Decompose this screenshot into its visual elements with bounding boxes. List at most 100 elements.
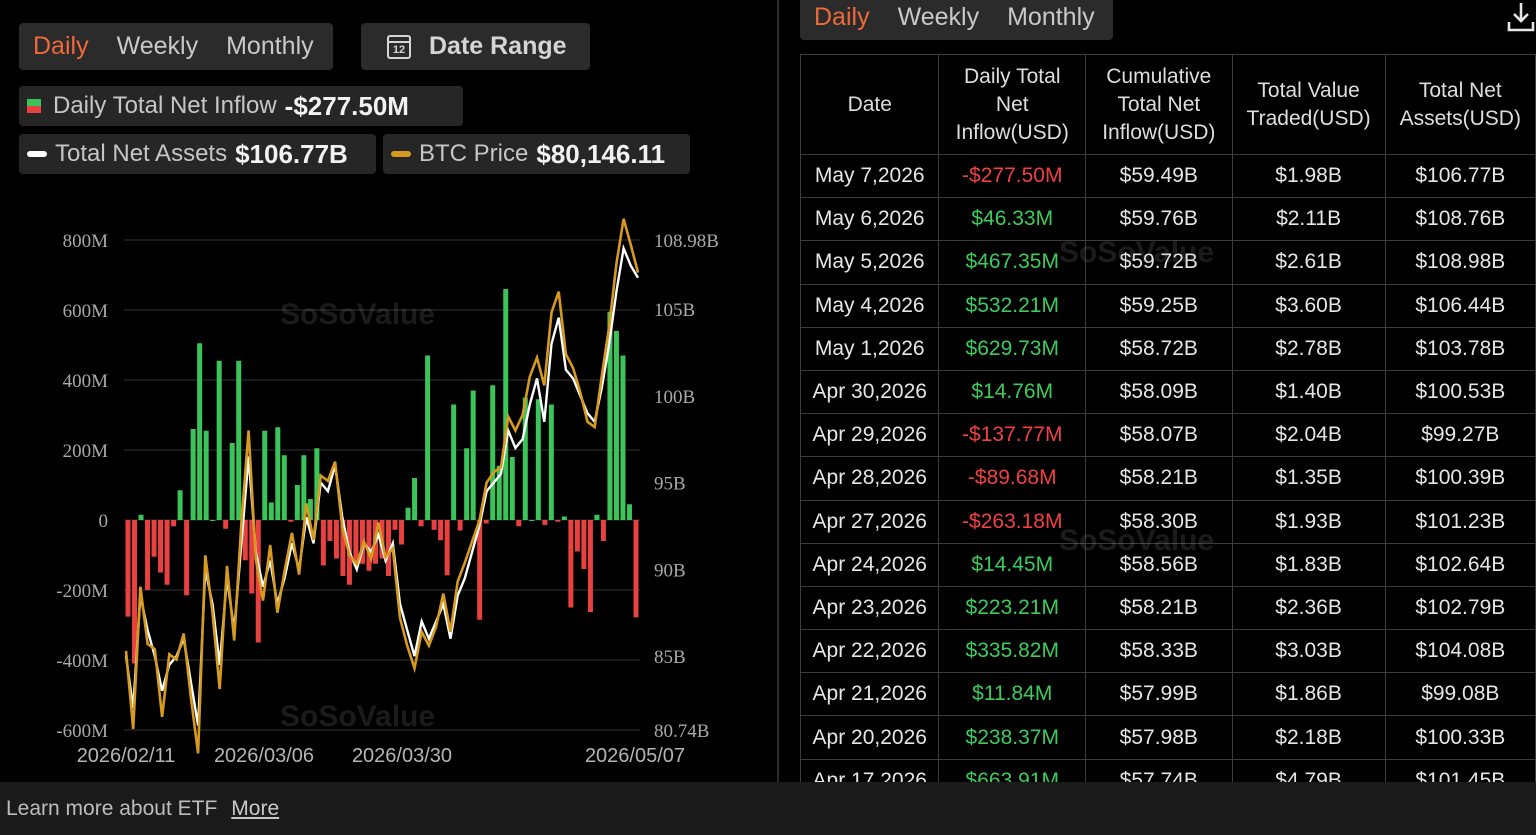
- table-row[interactable]: Apr 29,2026 -$137.77M $58.07B $2.04B $99.27B: [799, 413, 1536, 458]
- more-link[interactable]: More: [231, 797, 279, 821]
- table-row[interactable]: Apr 21,2026 $11.84M $57.99B $1.86B $99.08B: [799, 672, 1536, 717]
- table-cell: $2.18B: [1231, 715, 1386, 760]
- table-cell: Apr 20,2026: [799, 715, 940, 760]
- table-cell: Apr 17,2026: [799, 758, 940, 782]
- inflow-bar: [490, 385, 496, 520]
- table-cell: $59.49B: [1085, 153, 1233, 199]
- table-cell: $1.98B: [1231, 153, 1386, 199]
- legend-btc[interactable]: BTC Price $80,146.11: [383, 134, 690, 174]
- inflow-bar: [600, 520, 606, 541]
- table-cell: $58.56B: [1085, 542, 1233, 587]
- date-range-button[interactable]: 12 Date Range: [361, 23, 590, 70]
- inflow-bar: [516, 520, 522, 527]
- table-cell: May 7,2026: [799, 153, 940, 199]
- right-tick-label: 105B: [654, 300, 695, 321]
- table-cell: $14.76M: [938, 369, 1087, 415]
- table-cell: $2.04B: [1231, 413, 1386, 458]
- table-cell: $57.99B: [1085, 672, 1233, 717]
- inflow-bar: [633, 520, 639, 618]
- x-tick-label: 2026/02/11: [77, 745, 176, 767]
- table-row[interactable]: Apr 28,2026 -$89.68M $58.21B $1.35B $100.39B: [799, 456, 1536, 501]
- inflow-bar: [620, 355, 626, 520]
- inflow-bar: [613, 331, 619, 520]
- table-cell: $58.07B: [1085, 413, 1233, 458]
- table-row[interactable]: Apr 22,2026 $335.82M $58.33B $3.03B $104.08B: [799, 629, 1536, 674]
- table-row[interactable]: Apr 27,2026 -$263.18M $58.30B $1.93B $101.23…: [799, 499, 1536, 544]
- inflow-bar: [587, 520, 593, 613]
- table-row[interactable]: Apr 17,2026 $663.91M $57.74B $4.79B $101.45B: [799, 758, 1536, 782]
- table-cell: $46.33M: [938, 197, 1087, 242]
- table-cell: $58.33B: [1085, 629, 1233, 674]
- table-row[interactable]: May 5,2026 $467.35M $59.72B $2.61B $108.98B: [799, 240, 1536, 285]
- inflow-bar: [399, 520, 405, 545]
- table-header-row: Date Daily Total Net Inflow(USD) Cumulativ…: [799, 54, 1536, 155]
- left-tick-label: 0: [99, 511, 109, 532]
- inflow-bar: [561, 516, 567, 520]
- table-tab-monthly[interactable]: Monthly: [1007, 3, 1095, 32]
- table-cell: $106.77B: [1384, 153, 1536, 199]
- inflow-bar: [483, 520, 489, 524]
- table-cell: $4.79B: [1231, 758, 1386, 782]
- inflow-bar: [223, 520, 229, 529]
- table-cell: $335.82M: [938, 629, 1087, 674]
- table-cell: $532.21M: [938, 283, 1087, 328]
- table-tab-daily[interactable]: Daily: [814, 3, 870, 32]
- inflow-bar: [164, 520, 170, 585]
- table-cell: $11.84M: [938, 672, 1087, 717]
- table-row[interactable]: Apr 23,2026 $223.21M $58.21B $2.36B $102.79B: [799, 585, 1536, 631]
- inflow-bar: [268, 502, 274, 520]
- inflow-bar: [626, 504, 632, 520]
- table-row[interactable]: May 1,2026 $629.73M $58.72B $2.78B $103.78B: [799, 326, 1536, 371]
- inflow-bar: [542, 520, 548, 525]
- table-row[interactable]: May 6,2026 $46.33M $59.76B $2.11B $108.76B: [799, 197, 1536, 242]
- table-row[interactable]: Apr 24,2026 $14.45M $58.56B $1.83B $102.64B: [799, 542, 1536, 587]
- tab-monthly[interactable]: Monthly: [226, 32, 314, 61]
- inflow-swatch-icon: [27, 99, 41, 113]
- tab-weekly[interactable]: Weekly: [117, 32, 199, 61]
- legend-assets[interactable]: Total Net Assets $106.77B: [19, 134, 376, 174]
- legend-inflow[interactable]: Daily Total Net Inflow -$277.50M: [19, 86, 463, 126]
- table-cell: $2.36B: [1231, 585, 1386, 631]
- table-cell: $59.72B: [1085, 240, 1233, 285]
- left-tick-label: 600M: [63, 301, 109, 322]
- table-row[interactable]: May 4,2026 $532.21M $59.25B $3.60B $106.44B: [799, 283, 1536, 328]
- download-icon[interactable]: [1506, 0, 1536, 34]
- x-tick-label: 2026/03/30: [352, 745, 452, 767]
- table-cell: $1.83B: [1231, 542, 1386, 587]
- inflow-bar: [444, 520, 450, 576]
- table-cell: Apr 28,2026: [799, 456, 940, 501]
- etf-flow-chart[interactable]: 800M 600M 400M 200M 0 -200M -400M -600M 108.98B 1…: [0, 210, 778, 770]
- footer-bar: Learn more about ETF More: [0, 782, 1536, 835]
- inflow-bar: [320, 520, 326, 566]
- table-cell: $3.03B: [1231, 629, 1386, 674]
- table-tab-weekly[interactable]: Weekly: [898, 3, 980, 32]
- period-tabs: Daily Weekly Monthly: [19, 23, 333, 70]
- table-cell: May 5,2026: [799, 240, 940, 285]
- table-header-4: Total Net Assets(USD): [1384, 54, 1536, 155]
- table-cell: $2.78B: [1231, 326, 1386, 371]
- inflow-bar: [229, 443, 235, 520]
- table-cell: $2.61B: [1231, 240, 1386, 285]
- left-tick-label: -400M: [56, 651, 108, 672]
- table-row[interactable]: May 7,2026 -$277.50M $59.49B $1.98B $106.77B: [799, 153, 1536, 199]
- flow-table: Date Daily Total Net Inflow(USD) Cumulativ…: [799, 54, 1536, 782]
- table-row[interactable]: Apr 30,2026 $14.76M $58.09B $1.40B $100.53B: [799, 369, 1536, 415]
- inflow-bar: [145, 520, 151, 590]
- right-tick-label: 95B: [654, 474, 686, 495]
- tab-daily[interactable]: Daily: [33, 32, 89, 61]
- table-cell: $58.21B: [1085, 585, 1233, 631]
- table-cell: $106.44B: [1384, 283, 1536, 328]
- table-cell: $1.35B: [1231, 456, 1386, 501]
- inflow-bar: [158, 520, 164, 573]
- inflow-bar: [425, 355, 431, 520]
- inflow-bar: [190, 429, 196, 520]
- table-cell: $108.98B: [1384, 240, 1536, 285]
- table-cell: $663.91M: [938, 758, 1087, 782]
- table-row[interactable]: Apr 20,2026 $238.37M $57.98B $2.18B $100.33B: [799, 715, 1536, 760]
- table-cell: $99.27B: [1384, 413, 1536, 458]
- legend-btc-label: BTC Price: [419, 140, 529, 167]
- table-period-tabs: Daily Weekly Monthly: [800, 0, 1113, 40]
- inflow-bar: [451, 404, 457, 520]
- calendar-icon: 12: [387, 34, 411, 59]
- table-cell: $238.37M: [938, 715, 1087, 760]
